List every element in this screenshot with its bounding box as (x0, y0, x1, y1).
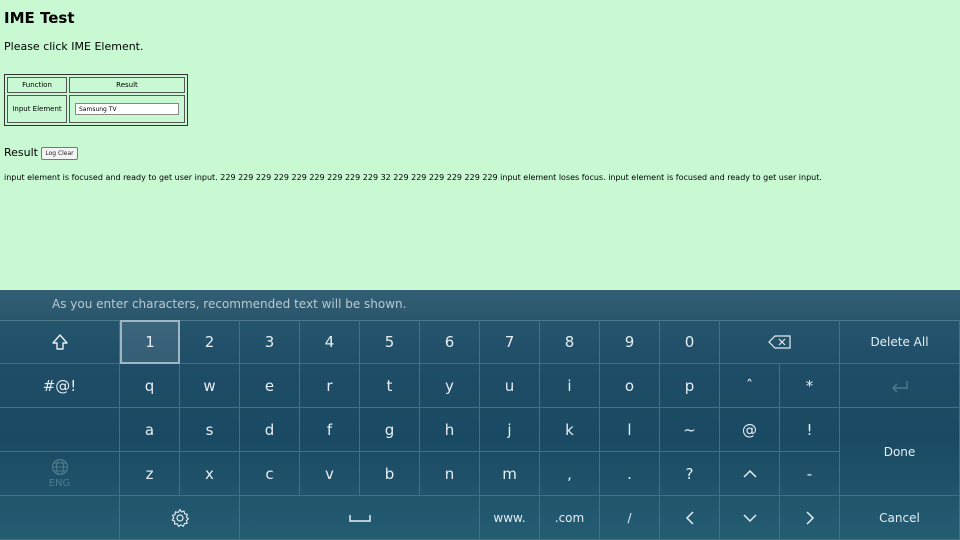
slash-key[interactable]: / (600, 496, 660, 540)
enter-icon (890, 379, 910, 393)
key-t[interactable]: t (360, 364, 420, 408)
key-p[interactable]: p (660, 364, 720, 408)
chevron-right-icon (805, 510, 815, 525)
key-m[interactable]: m (480, 452, 540, 496)
result-header: Result (69, 77, 185, 93)
space-icon (348, 513, 371, 523)
input-element-label: Input Element (7, 95, 67, 123)
gear-icon (170, 508, 190, 528)
suggestion-hint: As you enter characters, recommended tex… (52, 297, 407, 311)
chevron-up-icon (742, 469, 757, 479)
key-5[interactable]: 5 (360, 320, 420, 364)
key-y[interactable]: y (420, 364, 480, 408)
com-key[interactable]: .com (540, 496, 600, 540)
key-8[interactable]: 8 (540, 320, 600, 364)
key-period[interactable]: . (600, 452, 660, 496)
space-key[interactable] (240, 496, 480, 540)
key-l[interactable]: l (600, 408, 660, 452)
empty-key-bottom-left (0, 496, 120, 540)
key-at[interactable]: @ (720, 408, 780, 452)
function-header: Function (7, 77, 67, 93)
key-r[interactable]: r (300, 364, 360, 408)
key-q[interactable]: q (120, 364, 180, 408)
key-d[interactable]: d (240, 408, 300, 452)
key-tilde[interactable]: ~ (660, 408, 720, 452)
key-b[interactable]: b (360, 452, 420, 496)
key-e[interactable]: e (240, 364, 300, 408)
chevron-left-icon (685, 510, 695, 525)
globe-icon (51, 458, 69, 476)
key-g[interactable]: g (360, 408, 420, 452)
key-asterisk[interactable]: * (780, 364, 840, 408)
key-9[interactable]: 9 (600, 320, 660, 364)
page-title: IME Test (4, 9, 75, 27)
ime-input-field[interactable] (75, 103, 179, 115)
key-u[interactable]: u (480, 364, 540, 408)
key-caret[interactable]: ˆ (720, 364, 780, 408)
key-3[interactable]: 3 (240, 320, 300, 364)
delete-all-key[interactable]: Delete All (840, 320, 960, 364)
shift-key[interactable] (0, 320, 120, 364)
event-log: input element is focused and ready to ge… (4, 173, 822, 182)
arrow-down-key[interactable] (720, 496, 780, 540)
key-0[interactable]: 0 (660, 320, 720, 364)
shift-icon (51, 333, 69, 351)
cancel-key[interactable]: Cancel (840, 496, 960, 540)
backspace-icon (767, 334, 792, 349)
key-7[interactable]: 7 (480, 320, 540, 364)
key-n[interactable]: n (420, 452, 480, 496)
key-exclamation[interactable]: ! (780, 408, 840, 452)
result-label: Result (4, 146, 38, 159)
key-j[interactable]: j (480, 408, 540, 452)
arrow-left-key[interactable] (660, 496, 720, 540)
key-c[interactable]: c (240, 452, 300, 496)
function-table: Function Result Input Element (4, 74, 188, 126)
onscreen-keyboard: As you enter characters, recommended tex… (0, 290, 960, 540)
language-key[interactable]: ENG (0, 452, 120, 496)
key-1[interactable]: 1 (120, 320, 180, 364)
key-h[interactable]: h (420, 408, 480, 452)
key-s[interactable]: s (180, 408, 240, 452)
suggestion-bar: As you enter characters, recommended tex… (0, 290, 960, 321)
key-question[interactable]: ? (660, 452, 720, 496)
symbols-key[interactable]: #@! (0, 364, 120, 408)
enter-key[interactable] (840, 364, 960, 408)
key-6[interactable]: 6 (420, 320, 480, 364)
key-grid: 1 2 3 4 5 6 7 8 9 0 Delete All #@! q w e… (0, 320, 960, 540)
arrow-up-key[interactable] (720, 452, 780, 496)
key-4[interactable]: 4 (300, 320, 360, 364)
www-key[interactable]: www. (480, 496, 540, 540)
done-key[interactable]: Done (840, 408, 960, 496)
key-v[interactable]: v (300, 452, 360, 496)
key-z[interactable]: z (120, 452, 180, 496)
key-f[interactable]: f (300, 408, 360, 452)
arrow-right-key[interactable] (780, 496, 840, 540)
key-a[interactable]: a (120, 408, 180, 452)
key-x[interactable]: x (180, 452, 240, 496)
key-comma[interactable]: , (540, 452, 600, 496)
settings-key[interactable] (120, 496, 240, 540)
key-o[interactable]: o (600, 364, 660, 408)
log-clear-button[interactable]: Log Clear (41, 147, 78, 160)
key-w[interactable]: w (180, 364, 240, 408)
language-label: ENG (48, 478, 71, 489)
key-hyphen[interactable]: - (780, 452, 840, 496)
chevron-down-icon (742, 513, 757, 523)
input-element-cell (69, 95, 185, 123)
empty-key-left (0, 408, 120, 452)
instruction-text: Please click IME Element. (4, 40, 144, 53)
key-k[interactable]: k (540, 408, 600, 452)
key-i[interactable]: i (540, 364, 600, 408)
backspace-key[interactable] (720, 320, 840, 364)
key-2[interactable]: 2 (180, 320, 240, 364)
